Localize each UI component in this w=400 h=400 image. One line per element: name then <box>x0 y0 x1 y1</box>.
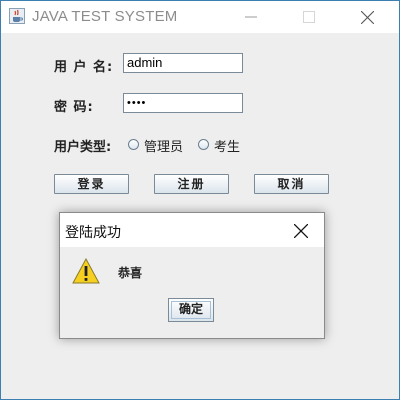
dialog-message: 恭喜 <box>118 266 143 280</box>
minimize-icon <box>245 16 257 18</box>
close-button[interactable] <box>347 1 387 33</box>
close-icon <box>294 224 308 238</box>
register-button[interactable]: 注册 <box>154 174 229 194</box>
dialog-close-button[interactable] <box>286 219 316 243</box>
login-window: JAVA TEST SYSTEM 用 户 名: admin 密 码: •••• … <box>0 0 400 400</box>
close-icon <box>361 11 374 24</box>
minimize-button[interactable] <box>231 1 271 33</box>
username-label: 用 户 名: <box>54 60 114 75</box>
maximize-icon <box>303 11 315 23</box>
success-dialog: 登陆成功 恭喜 确定 <box>59 212 325 339</box>
login-button[interactable]: 登录 <box>54 174 129 194</box>
user-type-label: 用户类型: <box>54 140 112 155</box>
password-input[interactable]: •••• <box>123 93 243 113</box>
radio-examinee[interactable] <box>198 139 209 150</box>
cancel-button[interactable]: 取消 <box>254 174 329 194</box>
window-title: JAVA TEST SYSTEM <box>32 8 178 25</box>
warning-icon <box>72 257 100 284</box>
password-label: 密 码: <box>54 100 94 115</box>
dialog-title: 登陆成功 <box>65 225 121 241</box>
radio-admin-label[interactable]: 管理员 <box>144 136 183 155</box>
window-titlebar[interactable]: JAVA TEST SYSTEM <box>1 1 399 33</box>
dialog-titlebar[interactable]: 登陆成功 <box>60 213 324 247</box>
radio-examinee-label[interactable]: 考生 <box>214 136 240 155</box>
java-cup-icon <box>9 8 25 24</box>
username-input[interactable]: admin <box>123 53 243 73</box>
radio-admin[interactable] <box>128 139 139 150</box>
maximize-button[interactable] <box>289 1 329 33</box>
ok-button[interactable]: 确定 <box>168 298 214 322</box>
